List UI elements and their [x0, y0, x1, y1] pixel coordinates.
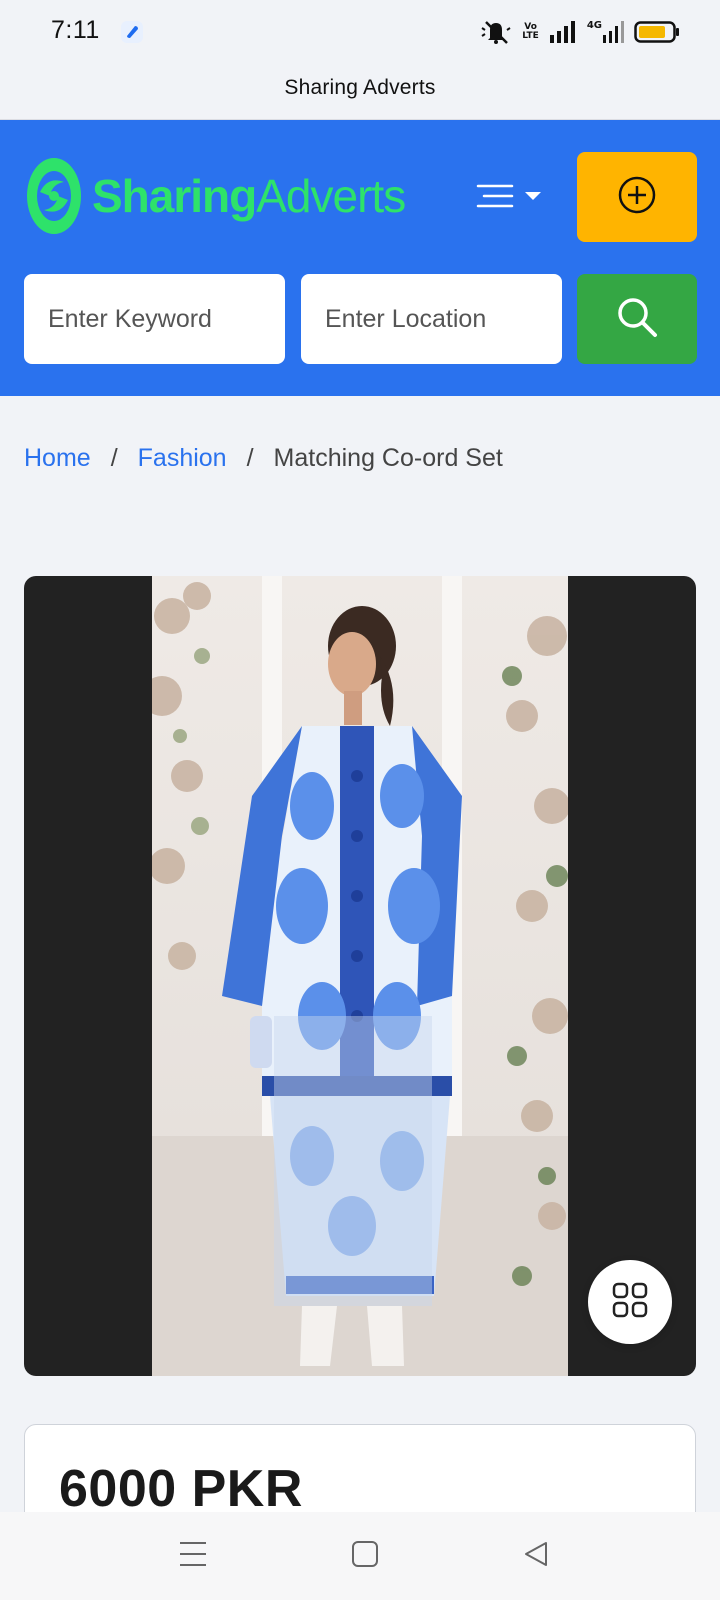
- volte-icon: Vo LTE: [522, 22, 539, 41]
- status-time: 7:11: [51, 16, 100, 44]
- plus-circle-icon: [617, 175, 657, 220]
- status-icons: Vo LTE 4G: [480, 18, 680, 46]
- menu-toggle-button[interactable]: [476, 180, 546, 216]
- logo-icon: [26, 156, 82, 236]
- logo-text: SharingAdverts: [92, 170, 406, 222]
- mute-icon: [480, 18, 512, 46]
- gallery-grid-button[interactable]: [588, 1260, 672, 1344]
- caret-down-icon: [524, 189, 542, 207]
- app-title-bar: Sharing Adverts: [0, 64, 720, 120]
- back-triangle-icon: [522, 1540, 550, 1573]
- breadcrumb-home-link[interactable]: Home: [24, 444, 91, 473]
- app-title: Sharing Adverts: [284, 76, 436, 99]
- breadcrumb-separator: /: [110, 444, 118, 472]
- nav-back-button[interactable]: [514, 1534, 558, 1578]
- keyword-field[interactable]: [24, 274, 285, 364]
- breadcrumb: Home / Fashion / Matching Co-ord Set: [24, 444, 503, 473]
- grid-icon: [611, 1281, 649, 1324]
- listing-price: 6000 PKR: [59, 1460, 303, 1518]
- site-logo[interactable]: SharingAdverts: [26, 156, 406, 236]
- signal-icon: [549, 21, 577, 43]
- breadcrumb-separator: /: [246, 444, 254, 472]
- keyword-input[interactable]: [48, 304, 285, 334]
- menu-lines-icon: [476, 182, 514, 215]
- app-notification-icon: [121, 21, 143, 43]
- location-field[interactable]: [301, 274, 562, 364]
- breadcrumb-category-link[interactable]: Fashion: [138, 444, 227, 473]
- battery-icon: [634, 20, 680, 44]
- post-ad-button[interactable]: [577, 152, 697, 242]
- menu-icon: [179, 1541, 207, 1572]
- site-header: SharingAdverts: [0, 120, 720, 396]
- breadcrumb-current: Matching Co-ord Set: [273, 444, 503, 472]
- location-input[interactable]: [325, 304, 562, 334]
- nav-home-button[interactable]: [343, 1534, 387, 1578]
- status-bar: 7:11 Vo LTE 4G: [0, 0, 720, 64]
- listing-photo: [152, 576, 568, 1376]
- signal-4g-icon: 4G: [587, 21, 624, 43]
- search-button[interactable]: [577, 274, 697, 364]
- listing-image-gallery[interactable]: [24, 576, 696, 1376]
- square-icon: [351, 1540, 379, 1573]
- search-icon: [615, 295, 659, 344]
- system-nav-bar: [0, 1512, 720, 1600]
- nav-menu-button[interactable]: [171, 1534, 215, 1578]
